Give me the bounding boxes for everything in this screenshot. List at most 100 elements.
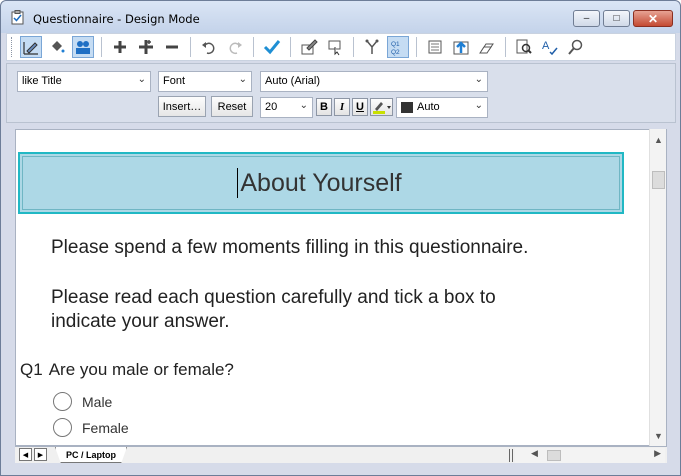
option-male[interactable]: Male (53, 392, 112, 411)
scroll-left-icon[interactable]: ◀ (531, 448, 538, 459)
title-block[interactable]: About Yourself (18, 152, 624, 214)
font-scope-value: Font (163, 75, 186, 87)
intro-paragraph-3[interactable]: indicate your answer. (51, 310, 230, 334)
radio-button[interactable] (53, 392, 72, 411)
maximize-icon: □ (613, 12, 620, 24)
hscroll-thumb[interactable] (547, 450, 561, 461)
split-handle[interactable] (509, 449, 513, 462)
remove-icon (166, 45, 178, 49)
toolbar-separator (353, 37, 354, 57)
vertical-scrollbar[interactable]: ▲ ▼ (649, 129, 666, 446)
italic-button[interactable]: I (334, 98, 350, 116)
bold-button[interactable]: B (316, 98, 332, 116)
edit-properties-button[interactable] (298, 36, 320, 58)
horizontal-scrollbar[interactable]: ◀ ▶ (515, 448, 665, 463)
clipboard-icon (11, 10, 24, 25)
branch-button[interactable] (361, 36, 383, 58)
font-scope-select[interactable]: Font ⌄ (158, 71, 252, 92)
svg-text:Q2: Q2 (391, 49, 400, 56)
chevron-down-icon: ⌄ (238, 74, 247, 85)
sheet-tab-label: PC / Laptop (66, 449, 116, 460)
search-icon (568, 39, 583, 55)
chevron-down-icon: ⌄ (137, 74, 146, 85)
add-multiple-icon (139, 40, 153, 54)
sheet-tab-bar: ◀ ▶ PC / Laptop ◀ ▶ (15, 446, 667, 463)
remove-button[interactable] (161, 36, 183, 58)
scroll-up-icon[interactable]: ▲ (650, 131, 667, 148)
insert-object-icon (328, 40, 341, 56)
intro-paragraph-2[interactable]: Please read each question carefully and … (51, 286, 496, 310)
scroll-right-icon[interactable]: ▶ (654, 448, 661, 459)
users-button[interactable] (72, 36, 94, 58)
undo-icon (202, 42, 215, 55)
branch-icon (365, 39, 379, 54)
text-caret (237, 168, 238, 198)
font-size-select[interactable]: 20 ⌄ (260, 97, 313, 118)
redo-button[interactable] (224, 36, 246, 58)
preview-button[interactable] (513, 36, 535, 58)
minimize-button[interactable]: ‒ (573, 10, 600, 27)
tab-pc-laptop[interactable]: PC / Laptop (55, 447, 127, 463)
option-label: Female (82, 419, 129, 436)
insert-button[interactable]: Insert… (158, 96, 206, 117)
window-title: Questionnaire - Design Mode (33, 12, 200, 26)
page-button[interactable] (424, 36, 446, 58)
style-select-value: like Title (22, 75, 62, 87)
text-color-select[interactable]: Auto ⌄ (396, 97, 488, 118)
design-mode-icon (23, 42, 38, 55)
add-icon (114, 41, 126, 53)
scroll-down-icon[interactable]: ▼ (650, 427, 667, 444)
questionnaire-title[interactable]: About Yourself (240, 169, 401, 198)
upload-button[interactable] (450, 36, 472, 58)
reset-button[interactable]: Reset (211, 96, 253, 117)
scroll-thumb[interactable] (652, 171, 665, 189)
style-select[interactable]: like Title ⌄ (17, 71, 151, 92)
layers-button[interactable] (476, 36, 498, 58)
close-icon: ✕ (647, 11, 659, 26)
minimize-icon: ‒ (583, 12, 590, 24)
undo-button[interactable] (198, 36, 220, 58)
preview-icon (516, 39, 532, 54)
question-text: Are you male or female? (48, 360, 234, 379)
highlighter-icon (372, 102, 391, 114)
insert-button-label: Insert… (162, 100, 202, 113)
users-icon (76, 41, 90, 54)
add-multiple-button[interactable] (135, 36, 157, 58)
toolbar-grip[interactable] (11, 37, 14, 57)
question-numbering-button[interactable]: Q1 Q2 (387, 36, 409, 58)
color-swatch (401, 101, 413, 113)
edit-properties-icon (301, 39, 318, 55)
radio-button[interactable] (53, 418, 72, 437)
design-canvas[interactable]: About Yourself Please spend a few moment… (15, 129, 667, 446)
add-button[interactable] (109, 36, 131, 58)
search-button[interactable] (565, 36, 587, 58)
fill-color-button[interactable] (46, 36, 68, 58)
question-number: Q1 (20, 360, 43, 379)
tab-prev-icon[interactable]: ◀ (19, 448, 32, 461)
font-family-select[interactable]: Auto (Arial) ⌄ (260, 71, 488, 92)
insert-object-button[interactable] (324, 36, 346, 58)
title-bar: Questionnaire - Design Mode ‒ □ ✕ (1, 1, 680, 33)
chevron-down-icon: ⌄ (474, 74, 483, 85)
tab-next-icon[interactable]: ▶ (34, 448, 47, 461)
toolbar-separator (101, 37, 102, 57)
underline-button[interactable]: U (352, 98, 368, 116)
chevron-down-icon: ⌄ (299, 100, 308, 111)
check-button[interactable] (261, 36, 283, 58)
check-icon (263, 40, 281, 55)
spell-check-button[interactable]: A (539, 36, 561, 58)
maximize-button[interactable]: □ (603, 10, 630, 27)
design-mode-button[interactable] (20, 36, 42, 58)
intro-paragraph-1[interactable]: Please spend a few moments filling in th… (51, 236, 528, 260)
close-button[interactable]: ✕ (633, 10, 673, 27)
option-label: Male (82, 393, 113, 410)
question-1[interactable]: Q1 Are you male or female? (20, 360, 234, 380)
italic-label: I (339, 101, 345, 113)
highlight-color-button[interactable] (370, 98, 393, 116)
fill-color-icon (52, 41, 65, 53)
option-female[interactable]: Female (53, 418, 129, 437)
questionnaire-window: Questionnaire - Design Mode ‒ □ ✕ Q1 Q2 … (0, 0, 681, 476)
reset-button-label: Reset (217, 100, 247, 113)
upload-icon (453, 41, 469, 55)
toolbar-separator (190, 37, 191, 57)
